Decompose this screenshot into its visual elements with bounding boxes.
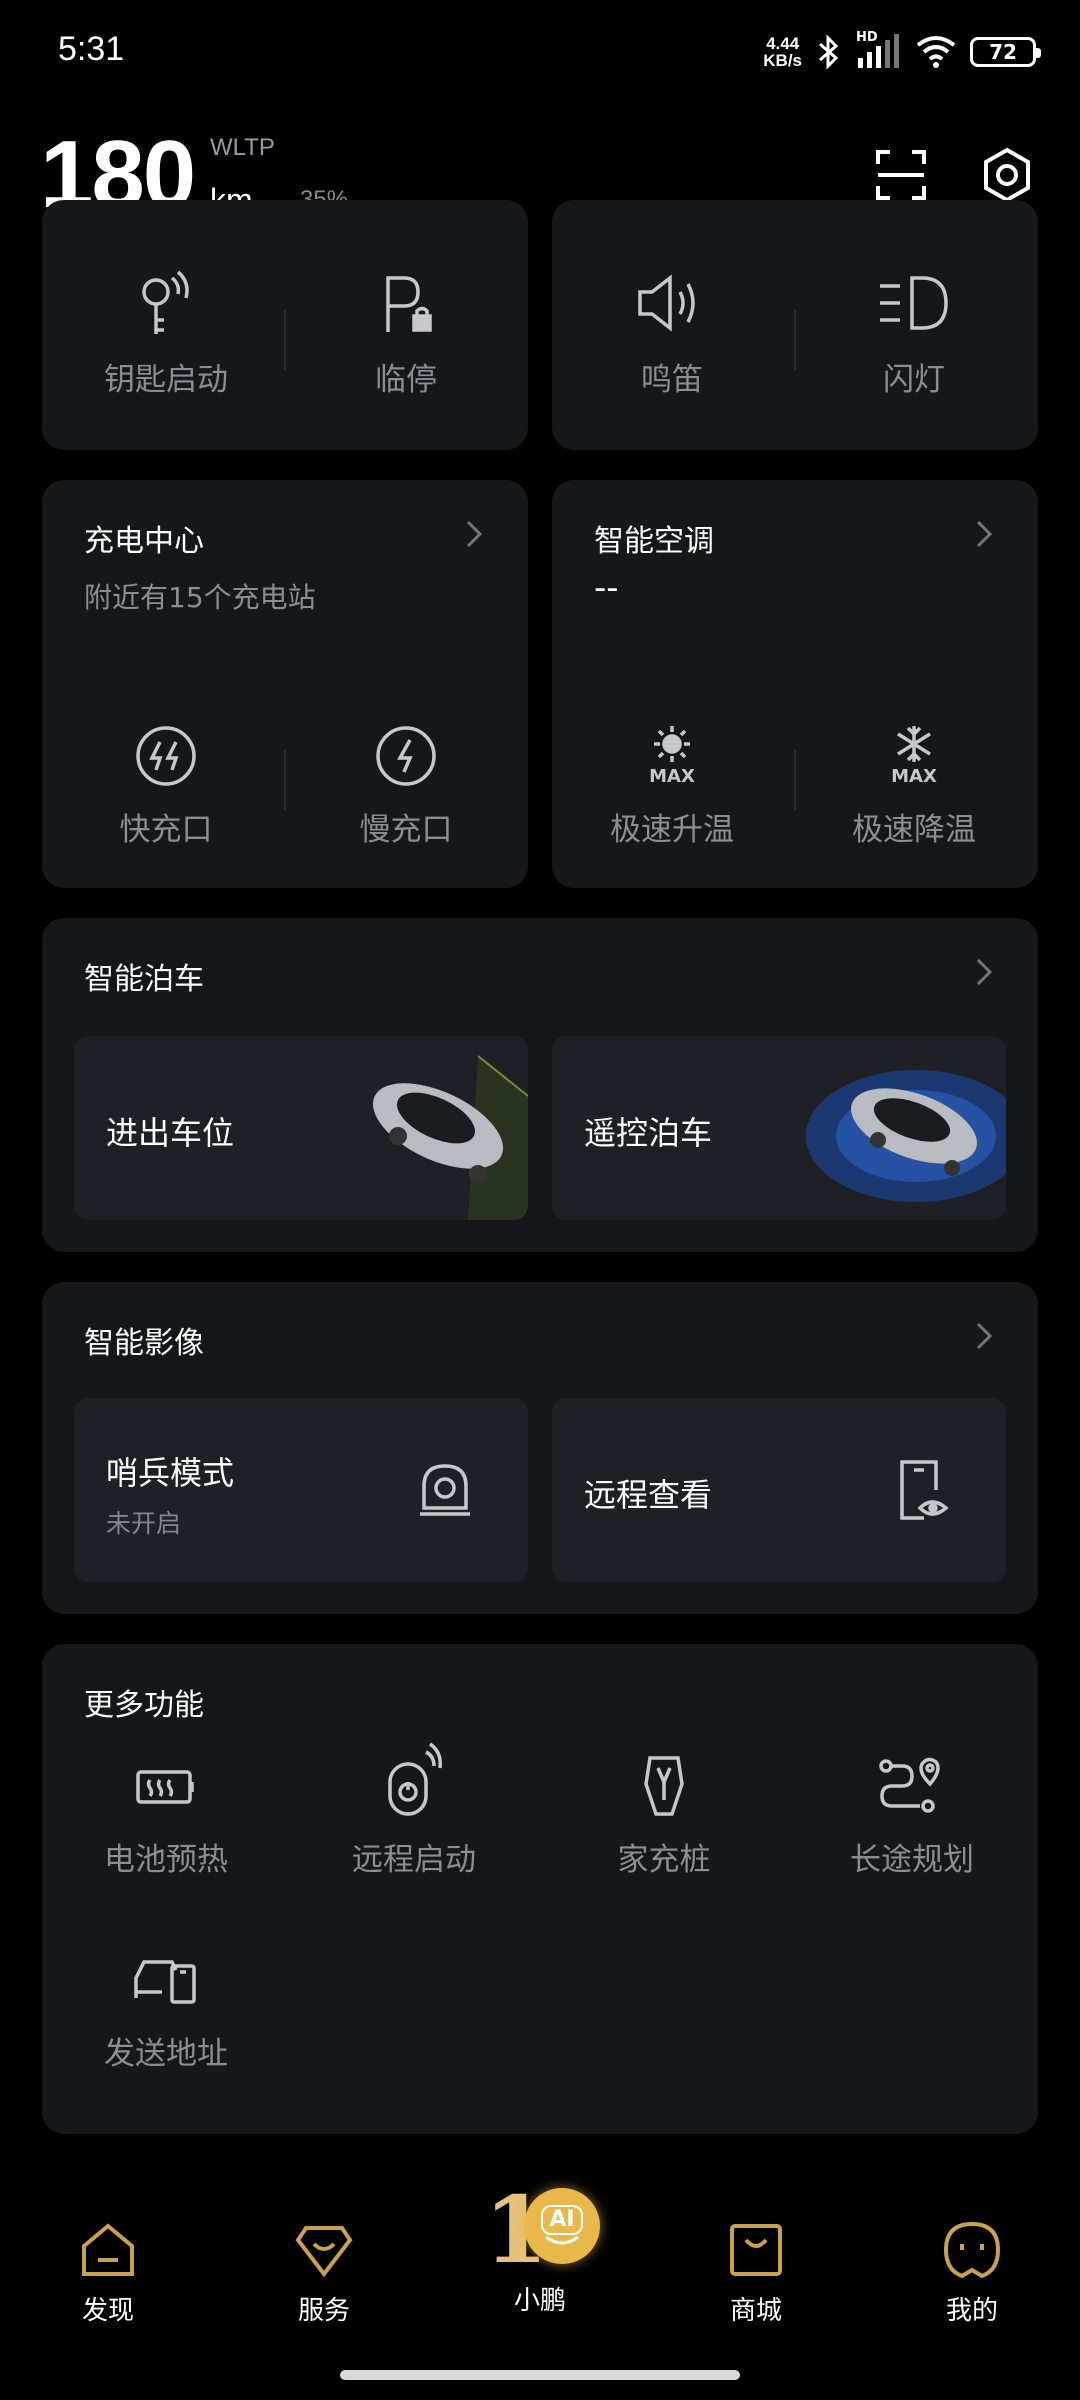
sentry-status: 未开启 (106, 1509, 182, 1538)
status-bar: 5:31 4.44 KB/s HD 72 (0, 0, 1080, 100)
divider (794, 750, 796, 810)
climate-title: 智能空调 (594, 524, 714, 559)
battery-icon: 72 (970, 37, 1041, 67)
quick-controls-card-right: 鸣笛 闪灯 (552, 200, 1038, 450)
parking-lock-icon (386, 276, 432, 332)
car-remote-image (806, 1070, 1006, 1202)
slow-charge-icon (376, 726, 436, 786)
horn-button[interactable]: 鸣笛 (572, 268, 772, 399)
sun-max-icon: MAX (640, 724, 704, 788)
status-time: 5:31 (58, 30, 125, 68)
sentry-mode-tile[interactable]: 哨兵模式 未开启 (74, 1398, 528, 1582)
remote-view-tile[interactable]: 远程查看 (552, 1398, 1006, 1582)
nav-xpeng[interactable]: 1 AI 小鹏 (470, 2180, 610, 2317)
network-speed: 4.44 KB/s (763, 34, 802, 70)
chevron-right-icon[interactable] (458, 516, 488, 552)
home-icon (82, 2223, 134, 2276)
remote-power-icon (388, 1742, 443, 1816)
charging-card[interactable]: 充电中心 附近有15个充电站 快充口 慢充口 (42, 480, 528, 888)
charging-stations-nearby: 附近有15个充电站 (84, 581, 316, 614)
car-parking-image (372, 1055, 528, 1220)
status-icons: 4.44 KB/s HD 72 (763, 30, 1041, 74)
car-phone-send-icon (134, 1960, 196, 2004)
smart-parking-card: 智能泊车 进出车位 遥控泊车 (42, 918, 1038, 1252)
send-address-button[interactable]: 发送地址 (66, 1948, 266, 2073)
climate-temperature: -- (594, 568, 619, 608)
headlight-icon (880, 276, 948, 330)
ai-10-logo-icon: 1 AI (480, 2180, 600, 2280)
quick-controls-card-left: 钥匙启动 临停 (42, 200, 528, 450)
range-standard: WLTP (210, 134, 275, 161)
speaker-icon (638, 274, 695, 332)
key-start-button[interactable]: 钥匙启动 (66, 268, 266, 399)
battery-preheat-button[interactable]: 电池预热 (66, 1754, 266, 1879)
temp-park-button[interactable]: 临停 (306, 268, 506, 399)
nav-mine[interactable]: 我的 (902, 2220, 1042, 2327)
parking-title: 智能泊车 (84, 962, 204, 997)
divider (794, 310, 796, 370)
more-functions-card: 更多功能 电池预热 远程启动 家充桩 长途规划 发送地址 (42, 1644, 1038, 2134)
max-heat-button[interactable]: MAX 极速升温 (572, 724, 772, 849)
nav-discover[interactable]: 发现 (38, 2220, 178, 2327)
route-pin-icon (879, 1757, 940, 1813)
home-indicator[interactable] (340, 2370, 740, 2380)
key-signal-icon (142, 270, 189, 334)
flash-lights-button[interactable]: 闪灯 (814, 268, 1014, 399)
profile-face-icon (943, 2221, 1001, 2279)
charger-pile-icon (644, 1756, 684, 1816)
remote-start-button[interactable]: 远程启动 (314, 1742, 514, 1879)
chevron-right-icon[interactable] (968, 516, 998, 552)
fast-charge-icon (136, 726, 196, 786)
bluetooth-icon (819, 34, 839, 70)
charging-title: 充电中心 (84, 524, 204, 559)
max-cool-button[interactable]: MAX 极速降温 (814, 724, 1014, 849)
gear-icon (984, 147, 1030, 203)
battery-heat-icon (136, 1770, 194, 1804)
park-in-out-tile[interactable]: 进出车位 (74, 1036, 528, 1220)
chevron-right-icon[interactable] (968, 1318, 998, 1354)
service-icon (295, 2226, 353, 2278)
wifi-icon (916, 36, 956, 68)
sentry-camera-icon (420, 1464, 470, 1516)
nav-mall[interactable]: 商城 (686, 2220, 826, 2327)
fast-charge-port-button[interactable]: 快充口 (66, 724, 266, 849)
slow-charge-port-button[interactable]: 慢充口 (306, 724, 506, 849)
camera-title: 智能影像 (84, 1326, 204, 1361)
chevron-right-icon[interactable] (968, 954, 998, 990)
scan-icon (876, 150, 926, 200)
phone-eye-icon (900, 1460, 949, 1520)
more-title: 更多功能 (84, 1688, 204, 1723)
remote-parking-tile[interactable]: 遥控泊车 (552, 1036, 1006, 1220)
climate-card[interactable]: 智能空调 -- MAX 极速升温 MAX 极速降温 (552, 480, 1038, 888)
bottom-nav: 发现 服务 1 AI 小鹏 商城 我的 (0, 2170, 1080, 2350)
home-charger-button[interactable]: 家充桩 (564, 1754, 764, 1879)
divider (284, 750, 286, 810)
signal-icon: HD (856, 30, 902, 70)
long-trip-plan-button[interactable]: 长途规划 (812, 1754, 1012, 1879)
shopping-bag-icon (730, 2224, 782, 2276)
nav-service[interactable]: 服务 (254, 2220, 394, 2327)
smart-camera-card: 智能影像 哨兵模式 未开启 远程查看 (42, 1282, 1038, 1614)
snowflake-max-icon: MAX (882, 724, 946, 788)
divider (284, 310, 286, 370)
